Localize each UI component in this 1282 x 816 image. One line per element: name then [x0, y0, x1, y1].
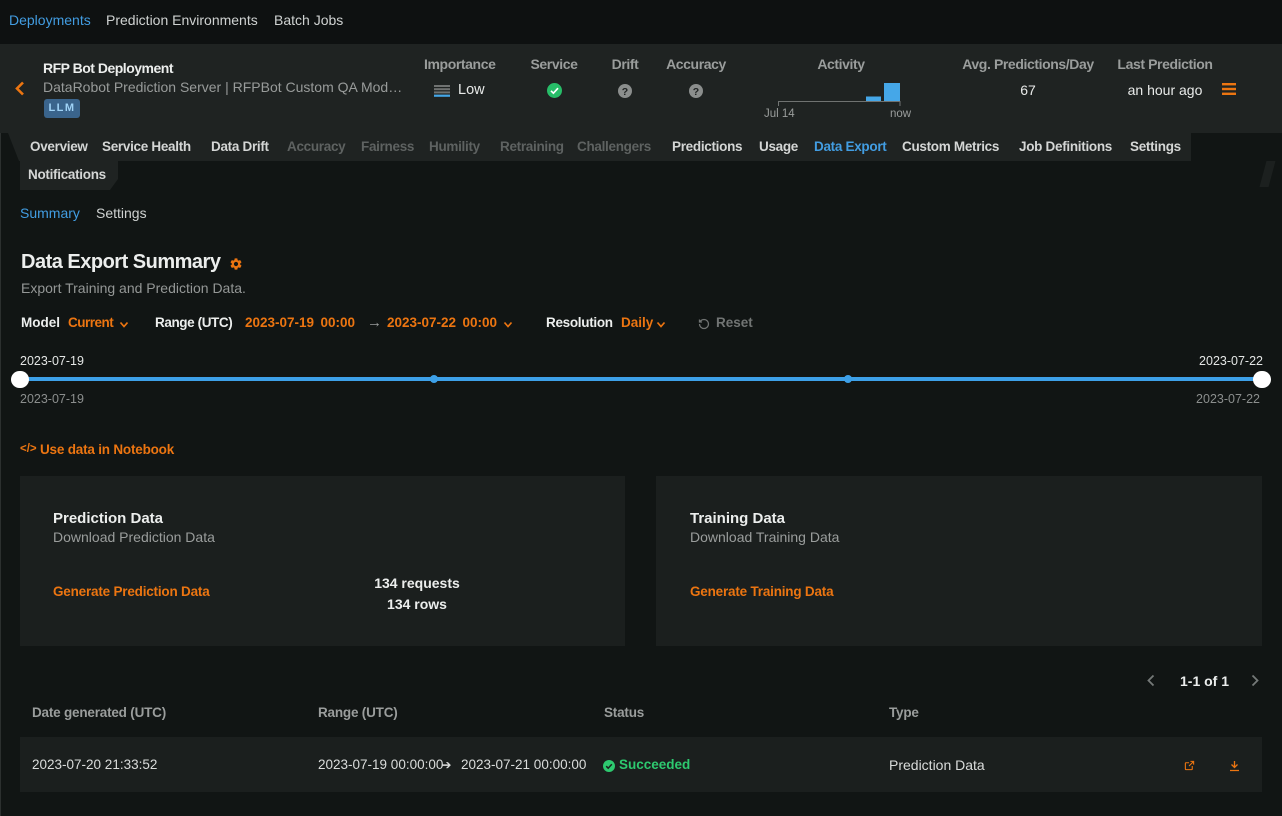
- svg-text:?: ?: [693, 86, 699, 98]
- svg-text:?: ?: [622, 86, 628, 98]
